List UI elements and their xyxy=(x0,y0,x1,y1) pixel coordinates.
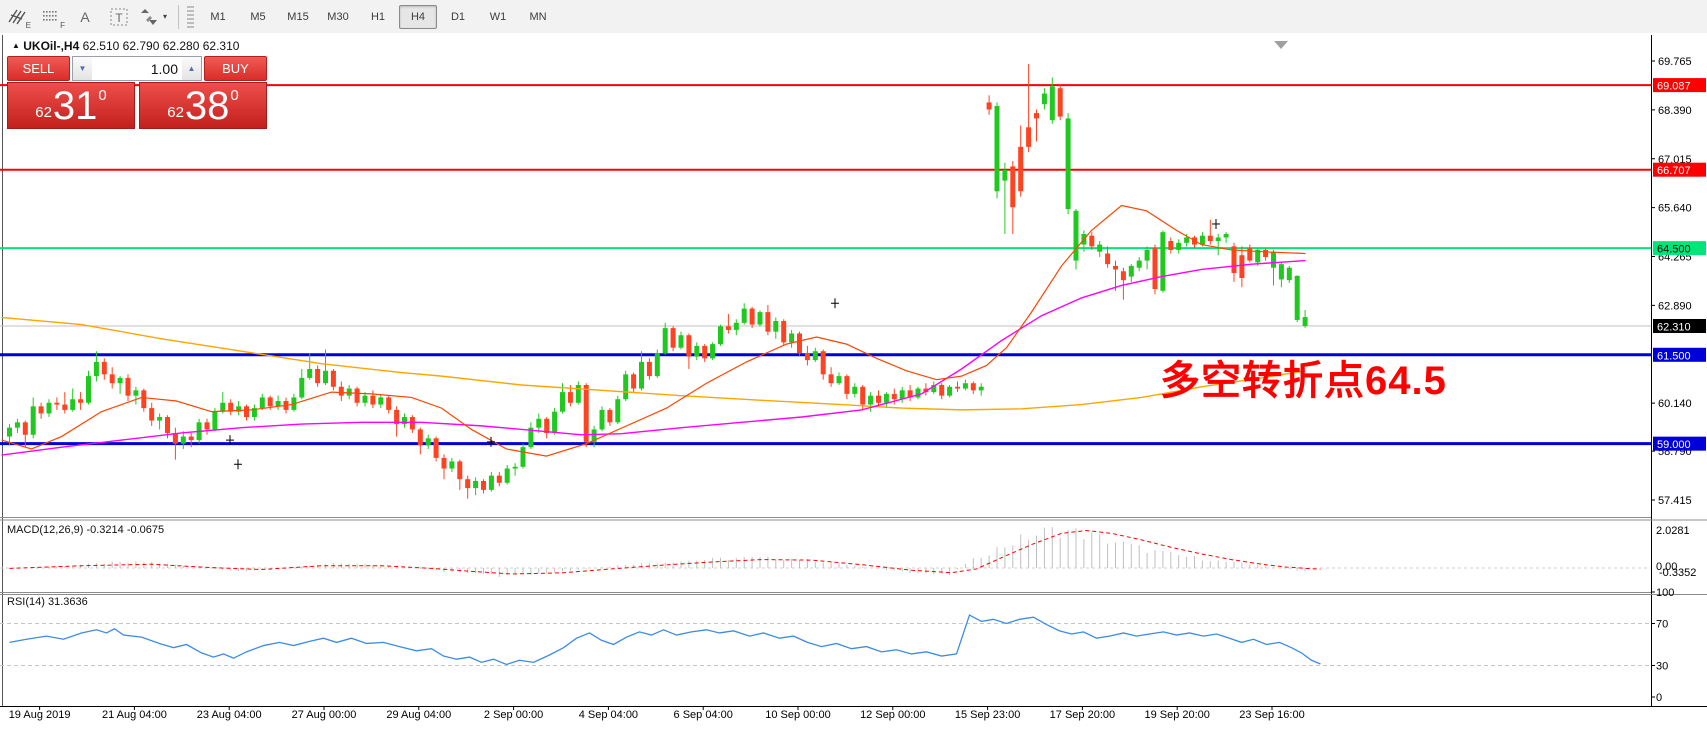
svg-text:23 Aug 04:00: 23 Aug 04:00 xyxy=(197,709,262,721)
svg-text:29 Aug 04:00: 29 Aug 04:00 xyxy=(386,709,451,721)
svg-text:2.0281: 2.0281 xyxy=(1656,525,1690,537)
svg-text:27 Aug 00:00: 27 Aug 00:00 xyxy=(292,709,357,721)
svg-text:59.000: 59.000 xyxy=(1657,439,1691,451)
sell-price-prefix: 62 xyxy=(35,104,52,121)
one-click-trade-panel: SELL ▼ ▲ BUY 62 31 0 62 38 0 xyxy=(7,56,267,129)
chart-annotation-text: 多空转折点64.5 xyxy=(1160,348,1447,406)
svg-text:57.415: 57.415 xyxy=(1658,495,1692,507)
svg-text:15 Sep 23:00: 15 Sep 23:00 xyxy=(955,709,1020,721)
chart-frame xyxy=(0,33,1707,731)
svg-text:65.640: 65.640 xyxy=(1658,203,1692,215)
macd-indicator-label: MACD(12,26,9) -0.3214 -0.0675 xyxy=(7,524,164,536)
svg-text:68.390: 68.390 xyxy=(1658,105,1692,117)
svg-text:0: 0 xyxy=(1656,692,1662,704)
svg-text:64.500: 64.500 xyxy=(1657,244,1691,256)
symbol-period-label: UKOil-,H4 xyxy=(23,39,79,53)
svg-text:69.765: 69.765 xyxy=(1658,56,1692,68)
svg-text:4 Sep 04:00: 4 Sep 04:00 xyxy=(579,709,638,721)
svg-text:100: 100 xyxy=(1656,587,1674,599)
svg-text:30: 30 xyxy=(1656,661,1668,673)
svg-text:-0.3352: -0.3352 xyxy=(1659,567,1696,579)
volume-decrease-button[interactable]: ▼ xyxy=(73,57,92,80)
svg-text:61.500: 61.500 xyxy=(1657,350,1691,362)
ohlc-values: 62.510 62.790 62.280 62.310 xyxy=(83,39,240,53)
svg-text:21 Aug 04:00: 21 Aug 04:00 xyxy=(102,709,167,721)
sell-price-main: 31 xyxy=(53,86,98,126)
svg-text:19 Aug 2019: 19 Aug 2019 xyxy=(9,709,71,721)
svg-text:10 Sep 00:00: 10 Sep 00:00 xyxy=(765,709,830,721)
svg-text:69.087: 69.087 xyxy=(1657,81,1691,93)
svg-text:2 Sep 00:00: 2 Sep 00:00 xyxy=(484,709,543,721)
buy-button[interactable]: BUY xyxy=(204,56,267,81)
chart-title: ▲ UKOil-,H4 62.510 62.790 62.280 62.310 xyxy=(12,39,239,53)
svg-text:6 Sep 04:00: 6 Sep 04:00 xyxy=(674,709,733,721)
svg-text:62.310: 62.310 xyxy=(1657,321,1691,333)
sell-price-pip: 0 xyxy=(98,87,106,104)
svg-text:62.890: 62.890 xyxy=(1658,300,1692,312)
svg-text:60.140: 60.140 xyxy=(1658,398,1692,410)
rsi-indicator-label: RSI(14) 31.3636 xyxy=(7,596,88,608)
svg-text:19 Sep 20:00: 19 Sep 20:00 xyxy=(1144,709,1209,721)
sell-price-tile[interactable]: 62 31 0 xyxy=(7,82,135,129)
svg-text:23 Sep 16:00: 23 Sep 16:00 xyxy=(1239,709,1304,721)
trading-terminal: 69.76568.39067.01565.64064.26562.89060.1… xyxy=(0,0,1707,731)
svg-text:66.707: 66.707 xyxy=(1657,165,1691,177)
sell-button[interactable]: SELL xyxy=(7,56,70,81)
svg-text:17 Sep 20:00: 17 Sep 20:00 xyxy=(1050,709,1115,721)
buy-price-tile[interactable]: 62 38 0 xyxy=(139,82,267,129)
svg-text:70: 70 xyxy=(1656,619,1668,631)
volume-increase-button[interactable]: ▲ xyxy=(182,57,201,80)
svg-text:12 Sep 00:00: 12 Sep 00:00 xyxy=(860,709,925,721)
collapse-arrow-icon[interactable]: ▲ xyxy=(12,41,20,50)
volume-spinner: ▼ ▲ xyxy=(72,56,202,81)
volume-input[interactable] xyxy=(92,57,182,80)
buy-price-main: 38 xyxy=(185,86,230,126)
buy-price-pip: 0 xyxy=(230,87,238,104)
buy-price-prefix: 62 xyxy=(167,104,184,121)
